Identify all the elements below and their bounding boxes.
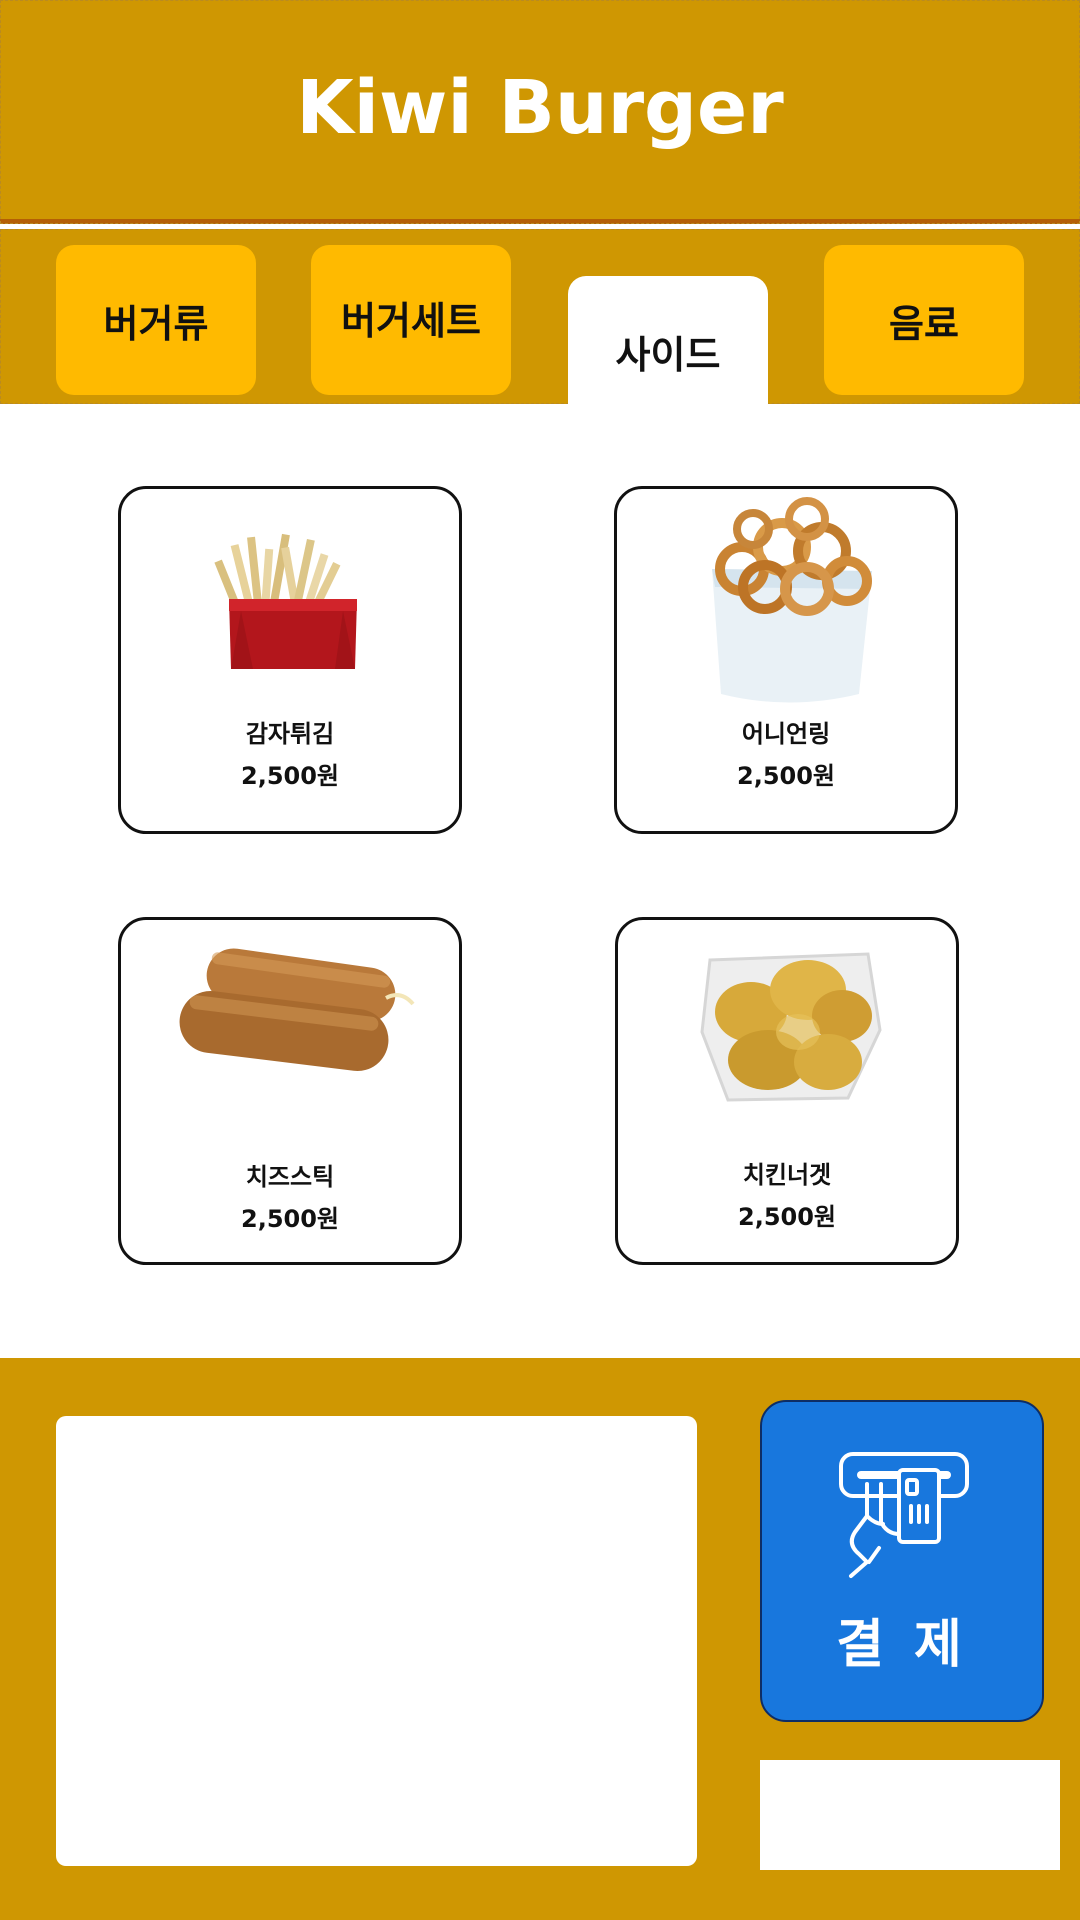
chicken-nuggets-image <box>700 952 882 1102</box>
card-payment-icon <box>839 1452 969 1578</box>
tab-sides[interactable]: 사이드 <box>568 276 768 404</box>
menu-item-name: 치즈스틱 <box>245 1163 335 1191</box>
pay-label: 결 제 <box>836 1615 968 1675</box>
tab-burger-sets[interactable]: 버거세트 <box>311 245 511 395</box>
onion-rings-image <box>712 497 872 703</box>
menu-item-chicken-nuggets[interactable]: 치킨너겟 2,500원 <box>615 917 959 1265</box>
menu-item-name: 치킨너겟 <box>742 1161 832 1189</box>
menu-item-price: 2,500원 <box>737 762 835 790</box>
menu-item-onion-rings[interactable]: 어니언링 2,500원 <box>614 486 958 834</box>
french-fries-image <box>214 533 357 669</box>
tab-drinks[interactable]: 음료 <box>824 245 1024 395</box>
tab-burgers[interactable]: 버거류 <box>56 245 256 395</box>
menu-item-name: 어니언링 <box>741 720 831 748</box>
pay-button[interactable]: 결 제 <box>760 1400 1044 1722</box>
menu-item-name: 감자튀김 <box>245 720 335 748</box>
order-total-box <box>760 1760 1060 1870</box>
menu-item-french-fries[interactable]: 감자튀김 2,500원 <box>118 486 462 834</box>
cheese-sticks-image <box>179 948 415 1072</box>
menu-item-cheese-sticks[interactable]: 치즈스틱 2,500원 <box>118 917 462 1265</box>
menu-item-price: 2,500원 <box>241 762 339 790</box>
category-tabbar: 버거류 버거세트 사이드 음료 <box>0 229 1080 404</box>
app-title: Kiwi Burger <box>296 65 784 151</box>
order-list-panel[interactable] <box>56 1416 697 1866</box>
menu-item-price: 2,500원 <box>738 1203 836 1231</box>
menu-item-price: 2,500원 <box>241 1205 339 1233</box>
app-header: Kiwi Burger <box>0 0 1080 224</box>
